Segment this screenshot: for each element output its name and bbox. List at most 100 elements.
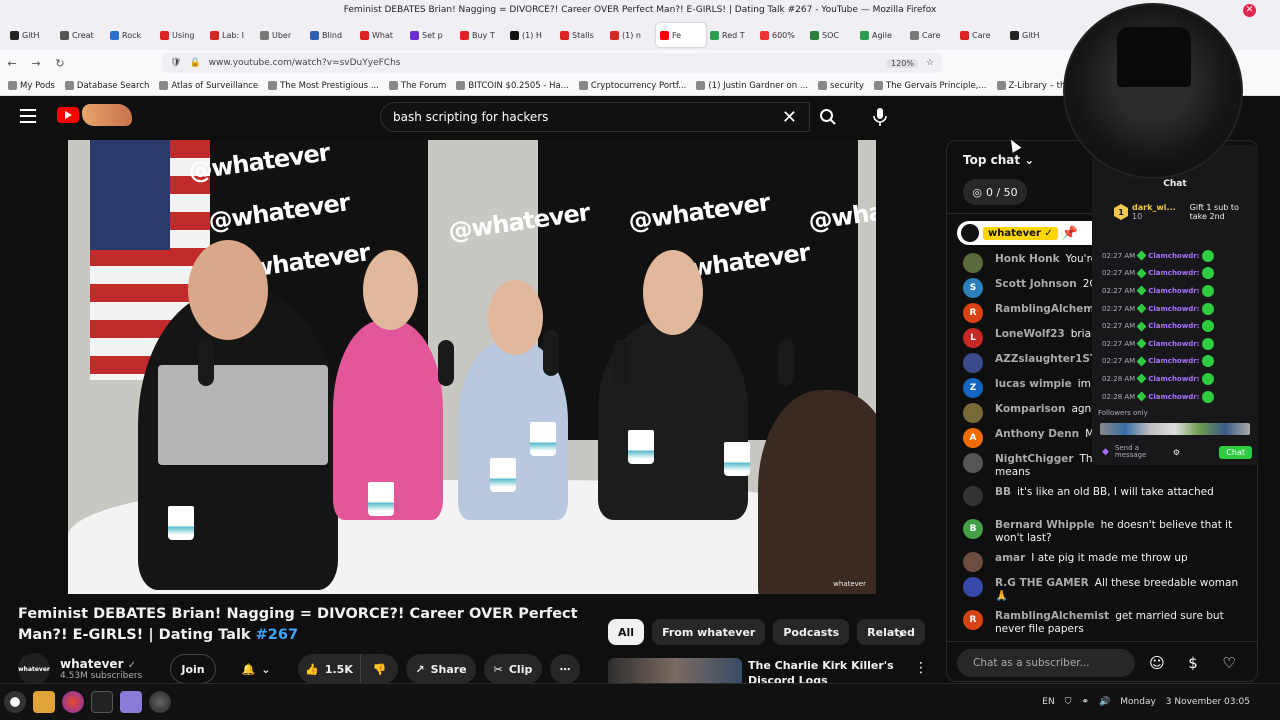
browser-tab[interactable]: Rock (106, 23, 156, 47)
clear-search-icon[interactable]: ✕ (782, 107, 797, 128)
twitch-username[interactable]: Clamchowdr: (1148, 322, 1199, 330)
like-button[interactable]: 👍 1.5K (298, 654, 360, 684)
pinned-message[interactable]: whatever ✓ 📌 (957, 221, 1107, 245)
volume-icon[interactable]: 🔊 (1099, 697, 1110, 707)
notification-bell-button[interactable]: 🔔 ⌄ (226, 654, 286, 684)
chat-mode-selector[interactable]: Top chat ⌄ (963, 153, 1034, 167)
browser-tab[interactable]: Care (906, 23, 956, 47)
browser-tab[interactable]: Buy T (456, 23, 506, 47)
notes-app-icon[interactable] (120, 691, 142, 713)
bookmark-item[interactable]: The Forum (388, 81, 446, 91)
dislike-button[interactable]: 👎 (360, 654, 398, 684)
twitch-username[interactable]: Clamchowdr: (1148, 393, 1199, 401)
emote-row[interactable] (1100, 423, 1250, 435)
bookmark-item[interactable]: Database Search (64, 81, 149, 91)
share-button[interactable]: ↗ Share (406, 654, 476, 684)
search-input[interactable]: bash scripting for hackers (393, 110, 782, 124)
url-bar[interactable]: 🛡 🔒 www.youtube.com/watch?v=svDuYyeFChs … (162, 53, 942, 73)
browser-tab[interactable]: Blind (306, 23, 356, 47)
twitch-username[interactable]: Clamchowdr: (1148, 269, 1199, 277)
voice-search-button[interactable] (864, 102, 896, 132)
bookmark-item[interactable]: security (817, 81, 864, 91)
browser-tab[interactable]: Care (956, 23, 1006, 47)
browser-tab[interactable]: 600% (756, 23, 806, 47)
clock-datetime[interactable]: 3 November 03:05 (1166, 697, 1250, 707)
browser-tab[interactable]: What (356, 23, 406, 47)
chat-author[interactable]: LoneWolf23 (995, 328, 1065, 340)
chat-message[interactable]: BB it's like an old BB, I will take attac… (963, 486, 1253, 519)
chat-author[interactable]: Bernard Whipple (995, 519, 1095, 531)
recommended-thumbnail[interactable] (608, 658, 742, 684)
filter-chip[interactable]: All (608, 619, 645, 645)
bookmark-item[interactable]: My Pods (8, 81, 55, 91)
browser-tab[interactable]: (1) H (506, 23, 556, 47)
chat-message[interactable]: R.G THE GAMER All these breedable woman 🙏 (963, 577, 1253, 610)
more-vert-icon[interactable]: ⋮ (914, 660, 928, 676)
obs-icon[interactable] (149, 691, 171, 713)
twitch-send-input[interactable]: Send a message (1115, 445, 1167, 459)
browser-tab[interactable]: Fe (656, 23, 706, 47)
bookmark-item[interactable]: Atlas of Surveillance (159, 81, 258, 91)
chat-author[interactable]: lucas wimpie (995, 378, 1072, 390)
keyboard-layout[interactable]: EN (1042, 697, 1054, 707)
youtube-logo[interactable] (57, 107, 79, 123)
chat-author[interactable]: NightChigger (995, 453, 1074, 465)
firefox-icon[interactable] (62, 691, 84, 713)
browser-tab[interactable]: Red T (706, 23, 756, 47)
chat-author[interactable]: RamblingAlchemist (995, 610, 1109, 622)
twitch-username[interactable]: Clamchowdr: (1148, 340, 1199, 348)
chevron-right-icon[interactable]: › (898, 624, 904, 643)
super-chat-icon[interactable]: $ (1179, 654, 1207, 672)
clip-button[interactable]: ✂ Clip (484, 654, 542, 684)
chat-message[interactable]: B Bernard Whipple he doesn't believe that … (963, 519, 1253, 552)
bits-icon[interactable]: ◆ (1102, 447, 1109, 457)
chat-message[interactable]: R RamblingAlchemist get married sure but n… (963, 610, 1253, 643)
bookmark-item[interactable]: (1) Justin Gardner on ... (696, 81, 808, 91)
chat-goal[interactable]: ◎ 0 / 50 (963, 179, 1027, 205)
browser-tab[interactable]: Stalls (556, 23, 606, 47)
chat-author[interactable]: Honk Honk (995, 253, 1060, 265)
chat-author[interactable]: Scott Johnson (995, 278, 1077, 290)
channel-name-text[interactable]: whatever (60, 657, 123, 671)
twitch-username[interactable]: Clamchowdr: (1148, 305, 1199, 313)
settings-icon[interactable]: ⚙ (1173, 448, 1180, 457)
browser-tab[interactable]: Lab: I (206, 23, 256, 47)
filter-chip[interactable]: Related (857, 619, 925, 645)
browser-tab[interactable]: GitH (6, 23, 56, 47)
browser-tab[interactable]: GitH (1006, 23, 1056, 47)
channel-name[interactable]: whatever ✓ (60, 657, 160, 671)
close-icon[interactable]: ✕ (1243, 4, 1256, 17)
twitch-username[interactable]: Clamchowdr: (1148, 357, 1199, 365)
join-button[interactable]: Join (170, 654, 216, 684)
heart-icon[interactable]: ♡ (1215, 654, 1243, 672)
recommended-video[interactable]: The Charlie Kirk Killer's Discord Logs (608, 658, 928, 684)
search-box[interactable]: bash scripting for hackers ✕ (380, 102, 810, 132)
zoom-level[interactable]: 120% (887, 58, 918, 68)
chat-author[interactable]: BB (995, 486, 1011, 498)
bookmark-item[interactable]: Cryptocurrency Portf... (578, 81, 686, 91)
network-icon[interactable]: ⚭ (1081, 697, 1089, 707)
chat-author[interactable]: AZZslaughter1ST (995, 353, 1097, 365)
hamburger-menu-icon[interactable] (20, 109, 36, 123)
youtube-doodle[interactable] (82, 104, 132, 126)
terminal-icon[interactable] (91, 691, 113, 713)
back-icon[interactable]: ← (0, 57, 24, 70)
channel-avatar[interactable]: whatever (18, 653, 50, 685)
twitch-chat-button[interactable]: Chat (1219, 445, 1252, 459)
filter-chip[interactable]: From whatever (652, 619, 766, 645)
search-button[interactable] (810, 102, 846, 132)
bookmark-item[interactable]: BITCOIN $0.2505 - Ha... (456, 81, 569, 91)
chat-message[interactable]: amar I ate pig it made me throw up (963, 552, 1253, 577)
recommended-title[interactable]: The Charlie Kirk Killer's Discord Logs (748, 658, 912, 684)
bookmark-item[interactable]: The Gervais Principle,... (873, 81, 987, 91)
shield-icon[interactable]: ⛉ (1065, 697, 1072, 707)
browser-tab[interactable]: Agile (856, 23, 906, 47)
video-player[interactable]: @whatever @whatever @whatever @whatever … (68, 140, 876, 594)
browser-tab[interactable]: Uber (256, 23, 306, 47)
folder-icon[interactable] (33, 691, 55, 713)
chat-author[interactable]: R.G THE GAMER (995, 577, 1089, 589)
browser-tab[interactable]: (1) n (606, 23, 656, 47)
twitch-username[interactable]: Clamchowdr: (1148, 287, 1199, 295)
more-actions-button[interactable]: ⋯ (550, 654, 580, 684)
filter-chip[interactable]: Podcasts (773, 619, 850, 645)
